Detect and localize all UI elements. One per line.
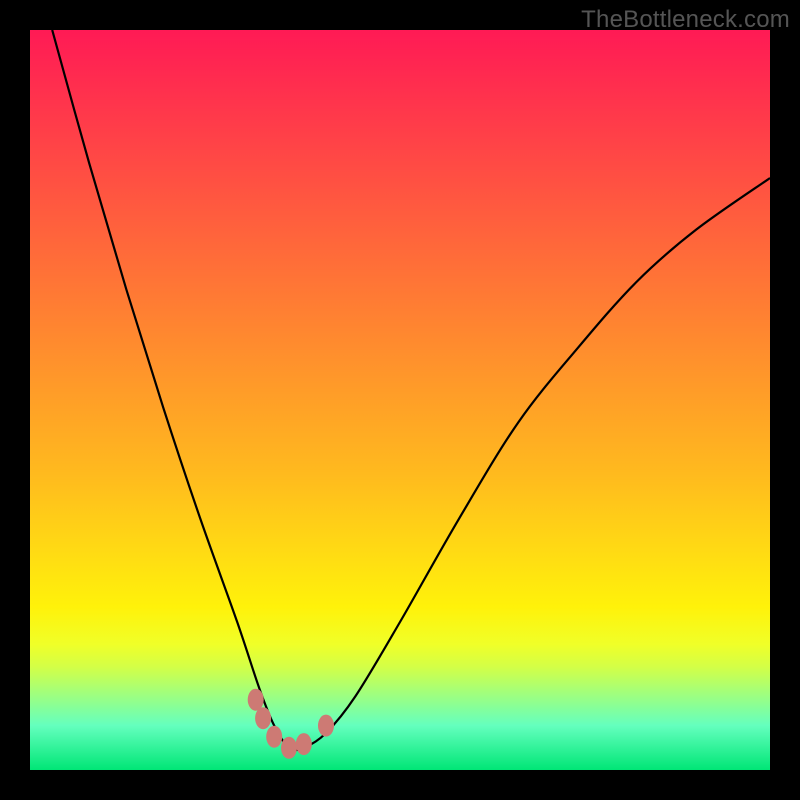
curve-marker bbox=[248, 689, 264, 711]
chart-container: TheBottleneck.com bbox=[0, 0, 800, 800]
marker-group bbox=[248, 689, 334, 759]
curve-marker bbox=[255, 707, 271, 729]
curve-marker bbox=[266, 726, 282, 748]
curve-layer bbox=[30, 30, 770, 770]
curve-marker bbox=[281, 737, 297, 759]
watermark-text: TheBottleneck.com bbox=[581, 6, 790, 34]
plot-area bbox=[30, 30, 770, 770]
curve-marker bbox=[296, 733, 312, 755]
curve-marker bbox=[318, 715, 334, 737]
bottleneck-curve bbox=[52, 30, 770, 750]
